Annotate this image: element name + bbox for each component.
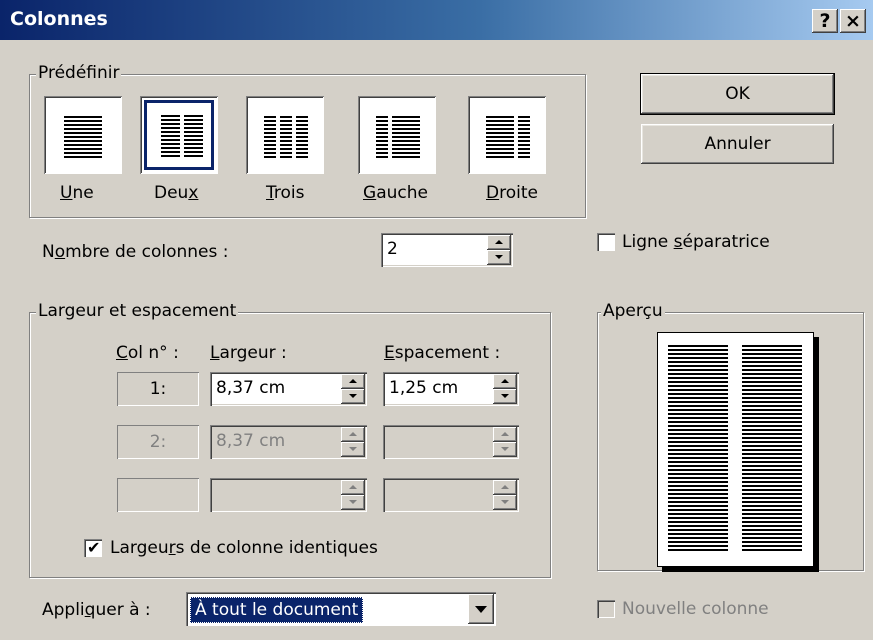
spacing-field-3 (383, 478, 519, 512)
spacing-value-1: 1,25 cm (389, 378, 459, 398)
apply-to-select[interactable]: À tout le document (186, 592, 496, 626)
width-value-1: 8,37 cm (216, 378, 286, 398)
preset-gauche-label: Gauche (363, 183, 428, 203)
preset-trois-label: Trois (266, 183, 305, 203)
equal-widths-label: Largeurs de colonne identiques (110, 538, 378, 558)
col-number-2: 2: (117, 425, 199, 459)
preview-legend: Aperçu (601, 301, 665, 321)
dropdown-arrow-icon[interactable] (468, 594, 494, 624)
preset-une-label: Une (60, 183, 94, 203)
spin-down-button[interactable] (341, 389, 365, 404)
preset-droite-label: Droite (486, 183, 538, 203)
col-number-1: 1: (117, 372, 199, 406)
ok-button[interactable]: OK (640, 73, 835, 115)
separator-checkbox[interactable] (597, 233, 615, 251)
spacing-header: Espacement : (384, 343, 501, 363)
check-icon: ✔ (87, 538, 101, 557)
preview-column-2 (742, 345, 802, 553)
preset-deux-label: Deux (154, 183, 199, 203)
width-spacing-legend: Largeur et espacement (36, 301, 239, 321)
preset-gauche[interactable] (358, 96, 436, 174)
equal-widths-checkbox[interactable]: ✔ (84, 539, 102, 557)
close-button[interactable]: × (840, 9, 866, 33)
spin-up-button[interactable] (487, 235, 511, 250)
preset-droite[interactable] (468, 96, 546, 174)
width-field-3 (210, 478, 367, 512)
spin-down-button[interactable] (487, 250, 511, 265)
window-title: Colonnes (10, 8, 108, 30)
cancel-button[interactable]: Annuler (641, 124, 834, 164)
preset-une[interactable] (44, 96, 122, 174)
spacing-field-2 (383, 425, 519, 459)
width-value-2: 8,37 cm (216, 431, 286, 451)
num-columns-spinner[interactable]: 2 (381, 233, 513, 267)
new-column-checkbox (597, 600, 615, 618)
width-field-1[interactable]: 8,37 cm (210, 372, 367, 406)
preview-column-1 (668, 345, 728, 553)
preview-page (657, 332, 814, 567)
spacing-field-1[interactable]: 1,25 cm (383, 372, 519, 406)
title-bar[interactable]: Colonnes ? × (0, 0, 873, 40)
spin-down-button[interactable] (493, 389, 517, 404)
apply-to-label: Appliquer à : (42, 600, 151, 620)
presets-legend: Prédéfinir (36, 63, 122, 83)
preset-trois[interactable] (246, 96, 324, 174)
spin-up-button[interactable] (341, 374, 365, 389)
width-field-2: 8,37 cm (210, 425, 367, 459)
num-columns-label: Nombre de colonnes : (42, 242, 229, 262)
preset-deux[interactable] (140, 96, 218, 174)
width-header: Largeur : (210, 343, 287, 363)
apply-to-value: À tout le document (190, 597, 364, 623)
spin-up-button[interactable] (493, 374, 517, 389)
new-column-label: Nouvelle colonne (622, 599, 769, 619)
num-columns-value: 2 (387, 239, 398, 259)
separator-label: Ligne séparatrice (622, 232, 770, 252)
col-number-3 (117, 478, 199, 512)
col-number-header: Col n° : (116, 343, 179, 363)
help-button[interactable]: ? (812, 9, 838, 33)
